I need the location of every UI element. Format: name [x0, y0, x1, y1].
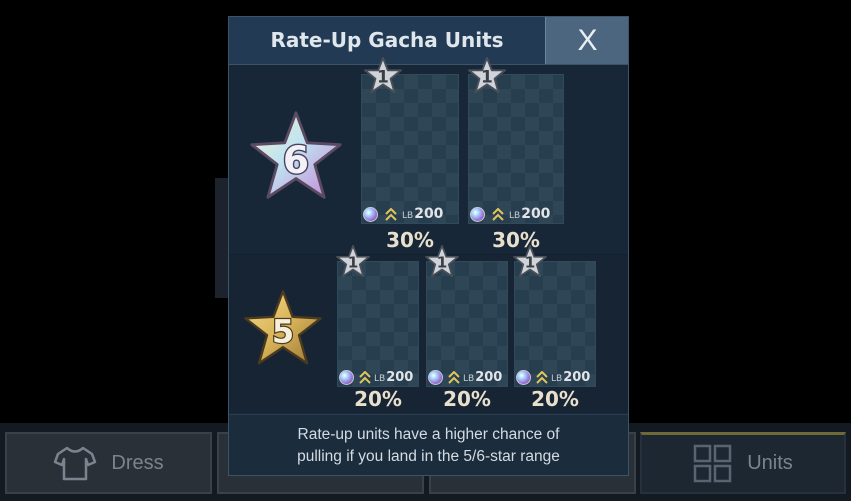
tab-units-label: Units [747, 452, 793, 474]
lb-label: LB [551, 373, 563, 384]
tab-units[interactable]: Units [640, 432, 846, 494]
rank-6-star-icon: 6 [250, 111, 342, 199]
unit-count-star-icon: 1 [513, 245, 547, 277]
unit-portrait [468, 74, 564, 224]
rank-up-chevron-icon [359, 370, 371, 384]
rate-percent: 20% [531, 387, 579, 411]
rate-percent: 20% [354, 387, 402, 411]
unit-count: 1 [481, 68, 493, 88]
unit-count-star-icon: 1 [336, 245, 370, 277]
rate-up-unit-card[interactable]: LB 200 [337, 261, 419, 387]
lb-value: 200 [414, 206, 444, 222]
element-orb-icon [428, 369, 443, 385]
lb-label: LB [509, 210, 521, 221]
unit-count: 1 [377, 68, 389, 88]
element-orb-icon [363, 206, 378, 222]
rank-up-chevron-icon [448, 370, 460, 384]
rate-up-description: Rate-up units have a higher chance of pu… [229, 414, 628, 475]
description-line-1: Rate-up units have a higher chance of [297, 426, 560, 443]
lb-label: LB [402, 210, 414, 221]
unit-count-star-icon: 1 [425, 245, 459, 277]
tab-dress-label: Dress [111, 451, 164, 474]
unit-stats: LB 200 [361, 204, 459, 224]
unit-count: 1 [525, 254, 536, 272]
rank-up-chevron-icon [536, 370, 548, 384]
background-panel-edge [215, 178, 229, 298]
rate-up-unit-card[interactable]: LB 200 [514, 261, 596, 387]
rate-up-unit-card[interactable]: LB 200 [468, 74, 564, 224]
rank-5-label: 5 [272, 312, 294, 350]
lb-label: LB [463, 373, 475, 384]
unit-count: 1 [348, 254, 359, 272]
tier-six-star: 6 LB 200 1 30% LB 200 1 30% [229, 57, 628, 255]
unit-stats: LB 200 [426, 367, 508, 387]
unit-portrait [361, 74, 459, 224]
unit-stats: LB 200 [468, 204, 564, 224]
shirt-icon [53, 445, 97, 481]
rank-5-star-icon: 5 [244, 290, 322, 365]
rate-percent: 20% [443, 387, 491, 411]
lb-value: 200 [386, 369, 414, 385]
lb-label: LB [374, 373, 386, 384]
grid-icon [693, 444, 733, 484]
rate-up-unit-card[interactable]: LB 200 [426, 261, 508, 387]
close-button[interactable]: X [545, 17, 628, 64]
unit-count-star-icon: 1 [364, 57, 402, 93]
close-icon: X [577, 23, 598, 57]
rank-up-chevron-icon [385, 207, 397, 221]
rank-6-label: 6 [283, 138, 309, 182]
element-orb-icon [516, 369, 531, 385]
rate-up-modal: Rate-Up Gacha Units X 6 LB 200 1 30% LB … [228, 16, 629, 476]
modal-header: Rate-Up Gacha Units X [229, 17, 628, 65]
rate-up-unit-card[interactable]: LB 200 [361, 74, 459, 224]
rank-up-chevron-icon [492, 207, 504, 221]
lb-value: 200 [563, 369, 591, 385]
lb-value: 200 [475, 369, 503, 385]
unit-count-star-icon: 1 [468, 57, 506, 93]
lb-value: 200 [521, 206, 551, 222]
unit-count: 1 [437, 254, 448, 272]
element-orb-icon [470, 206, 485, 222]
description-line-2: pulling if you land in the 5/6-star rang… [297, 448, 560, 465]
unit-stats: LB 200 [514, 367, 596, 387]
element-orb-icon [339, 369, 354, 385]
unit-stats: LB 200 [337, 367, 419, 387]
tier-five-star: 5 LB 200 1 20% LB 200 1 20% LB 200 1 20% [229, 245, 628, 413]
tab-dress[interactable]: Dress [5, 432, 212, 494]
